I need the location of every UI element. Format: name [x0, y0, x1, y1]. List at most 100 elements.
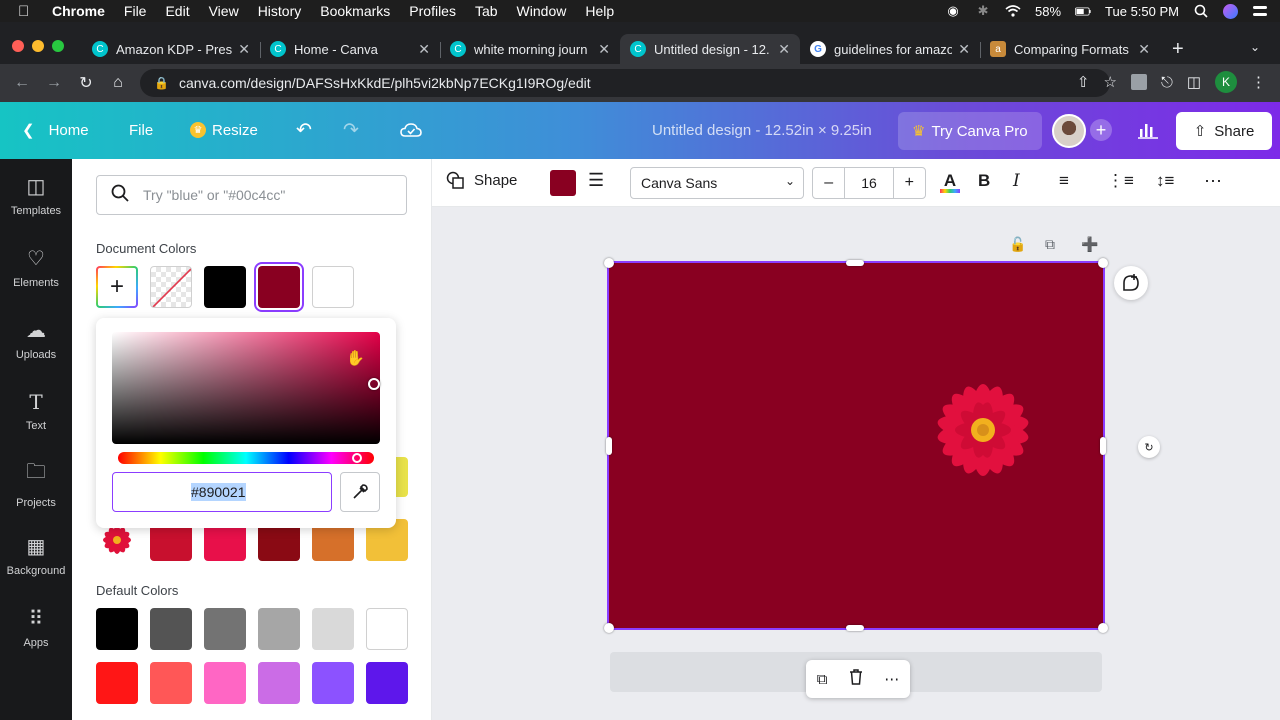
hue-slider[interactable] — [118, 452, 374, 464]
default-color-swatch[interactable] — [366, 662, 408, 704]
close-tab-icon[interactable]: ✕ — [598, 41, 610, 58]
resize-handle[interactable] — [846, 625, 864, 631]
close-tab-icon[interactable]: ✕ — [1138, 41, 1150, 58]
add-comment-icon[interactable] — [1114, 266, 1148, 300]
align-center-icon[interactable]: ≡ — [1059, 171, 1069, 191]
default-color-swatch[interactable] — [312, 662, 354, 704]
default-color-swatch[interactable] — [366, 608, 408, 650]
reload-icon[interactable]: ↻ — [70, 73, 102, 93]
add-color-button[interactable]: + — [96, 266, 138, 308]
menu-history[interactable]: History — [258, 3, 302, 19]
trash-icon[interactable] — [849, 669, 863, 689]
kebab-menu-icon[interactable]: ⋮ — [1251, 73, 1266, 91]
hue-knob[interactable] — [352, 453, 362, 463]
lock-page-icon[interactable]: 🔓 — [1009, 236, 1026, 253]
new-tab-icon[interactable]: + — [1172, 38, 1184, 61]
spotlight-search-icon[interactable] — [1193, 3, 1209, 19]
home-button[interactable]: ❮ Home — [22, 112, 89, 148]
battery-percent[interactable]: 58% — [1035, 4, 1061, 19]
more-options-icon[interactable]: ⋯ — [1204, 171, 1222, 192]
border-style-icon[interactable]: ☰ — [588, 170, 604, 191]
browser-tab[interactable]: a Comparing Formats ✕ — [980, 34, 1160, 64]
lock-icon[interactable]: 🔒 — [154, 76, 169, 90]
rail-item-uploads[interactable]: ☁ Uploads — [0, 307, 72, 371]
menu-view[interactable]: View — [209, 3, 239, 19]
menu-window[interactable]: Window — [517, 3, 567, 19]
browser-tab[interactable]: G guidelines for amazo ✕ — [800, 34, 981, 64]
duplicate-page-icon[interactable]: ⧉ — [1045, 236, 1055, 253]
browser-tab[interactable]: C Amazon KDP - Prese ✕ — [82, 34, 261, 64]
add-page-icon[interactable]: ➕ — [1081, 236, 1098, 253]
control-center-icon[interactable] — [1252, 3, 1268, 19]
clock[interactable]: Tue 5:50 PM — [1105, 4, 1179, 19]
document-color-swatch-selected[interactable] — [254, 262, 304, 312]
default-color-swatch[interactable] — [312, 608, 354, 650]
default-color-swatch[interactable] — [258, 662, 300, 704]
menu-file[interactable]: File — [124, 3, 147, 19]
document-color-swatch[interactable] — [312, 266, 354, 308]
hex-color-input[interactable]: #890021 — [112, 472, 332, 512]
default-color-swatch[interactable] — [96, 662, 138, 704]
minimize-window-button[interactable] — [32, 40, 44, 52]
menu-tab[interactable]: Tab — [475, 3, 498, 19]
creative-cloud-icon[interactable]: ◉ — [945, 3, 961, 19]
rotate-icon[interactable]: ↻ — [1138, 436, 1160, 458]
bold-icon[interactable]: B — [978, 171, 990, 191]
design-title[interactable]: Untitled design - 12.52in × 9.25in — [652, 122, 872, 139]
default-color-swatch[interactable] — [258, 608, 300, 650]
bulleted-list-icon[interactable]: ⋮≡ — [1107, 171, 1134, 191]
file-menu-button[interactable]: File — [129, 112, 153, 148]
default-color-swatch[interactable] — [150, 662, 192, 704]
document-color-swatch[interactable] — [204, 266, 246, 308]
default-color-swatch[interactable] — [204, 662, 246, 704]
menu-bookmarks[interactable]: Bookmarks — [320, 3, 390, 19]
resize-handle[interactable] — [1098, 258, 1108, 268]
siri-icon[interactable] — [1223, 3, 1238, 19]
default-color-swatch[interactable] — [150, 608, 192, 650]
home-icon[interactable]: ⌂ — [102, 74, 134, 92]
shape-button[interactable]: Shape — [446, 171, 517, 189]
browser-tab[interactable]: C Home - Canva ✕ — [260, 34, 441, 64]
saturation-knob[interactable] — [368, 378, 380, 390]
default-color-swatch[interactable] — [204, 608, 246, 650]
font-family-dropdown[interactable]: Canva Sans ⌄ — [630, 167, 804, 199]
resize-handle[interactable] — [604, 623, 614, 633]
menu-app-name[interactable]: Chrome — [52, 3, 105, 19]
browser-tab[interactable]: C white morning journ ✕ — [440, 34, 620, 64]
rail-item-text[interactable]: T Text — [0, 379, 72, 443]
rail-item-elements[interactable]: ♡ Elements — [0, 235, 72, 299]
resize-button[interactable]: ♛ Resize — [190, 112, 258, 148]
line-spacing-icon[interactable]: ↕≡ — [1156, 171, 1174, 191]
forward-arrow-icon[interactable]: → — [38, 74, 70, 92]
close-tab-icon[interactable]: ✕ — [958, 41, 970, 58]
bookmark-star-icon[interactable]: ☆ — [1103, 73, 1116, 91]
wifi-icon[interactable] — [1005, 3, 1021, 19]
menu-help[interactable]: Help — [585, 3, 614, 19]
menu-profiles[interactable]: Profiles — [409, 3, 456, 19]
rail-item-apps[interactable]: ⠿ Apps — [0, 595, 72, 659]
color-search-input[interactable]: Try "blue" or "#00c4cc" — [96, 175, 407, 215]
more-horizontal-icon[interactable]: ⋯ — [884, 670, 899, 688]
side-panel-icon[interactable]: ◫ — [1187, 73, 1201, 91]
flower-image[interactable] — [926, 372, 1040, 492]
italic-icon[interactable]: I — [1013, 171, 1020, 191]
fill-color-button[interactable] — [550, 170, 576, 196]
extension-icon[interactable] — [1130, 74, 1147, 90]
increase-font-size-button[interactable]: + — [894, 174, 925, 192]
cloud-saved-icon[interactable] — [400, 112, 422, 148]
profile-avatar[interactable]: K — [1215, 71, 1237, 93]
browser-tab-active[interactable]: C Untitled design - 12. ✕ — [620, 34, 800, 64]
insights-chart-icon[interactable] — [1138, 112, 1158, 148]
saturation-value-area[interactable] — [112, 332, 380, 444]
rail-item-projects[interactable]: 🗀 Projects — [0, 451, 72, 515]
default-color-swatch[interactable] — [96, 608, 138, 650]
bluetooth-icon[interactable]: ✱ — [975, 3, 991, 19]
back-arrow-icon[interactable]: ← — [6, 74, 38, 92]
try-canva-pro-button[interactable]: ♛ Try Canva Pro — [898, 112, 1042, 150]
address-bar[interactable]: 🔒 canva.com/design/DAFSsHxKkdE/plh5vi2kb… — [140, 69, 1110, 97]
undo-icon[interactable]: ↶ — [296, 112, 312, 148]
tab-search-chevron-icon[interactable]: ⌄ — [1250, 40, 1260, 54]
battery-icon[interactable] — [1075, 3, 1091, 19]
redo-icon[interactable]: ↷ — [343, 112, 359, 148]
rail-item-templates[interactable]: ◫ Templates — [0, 163, 72, 227]
